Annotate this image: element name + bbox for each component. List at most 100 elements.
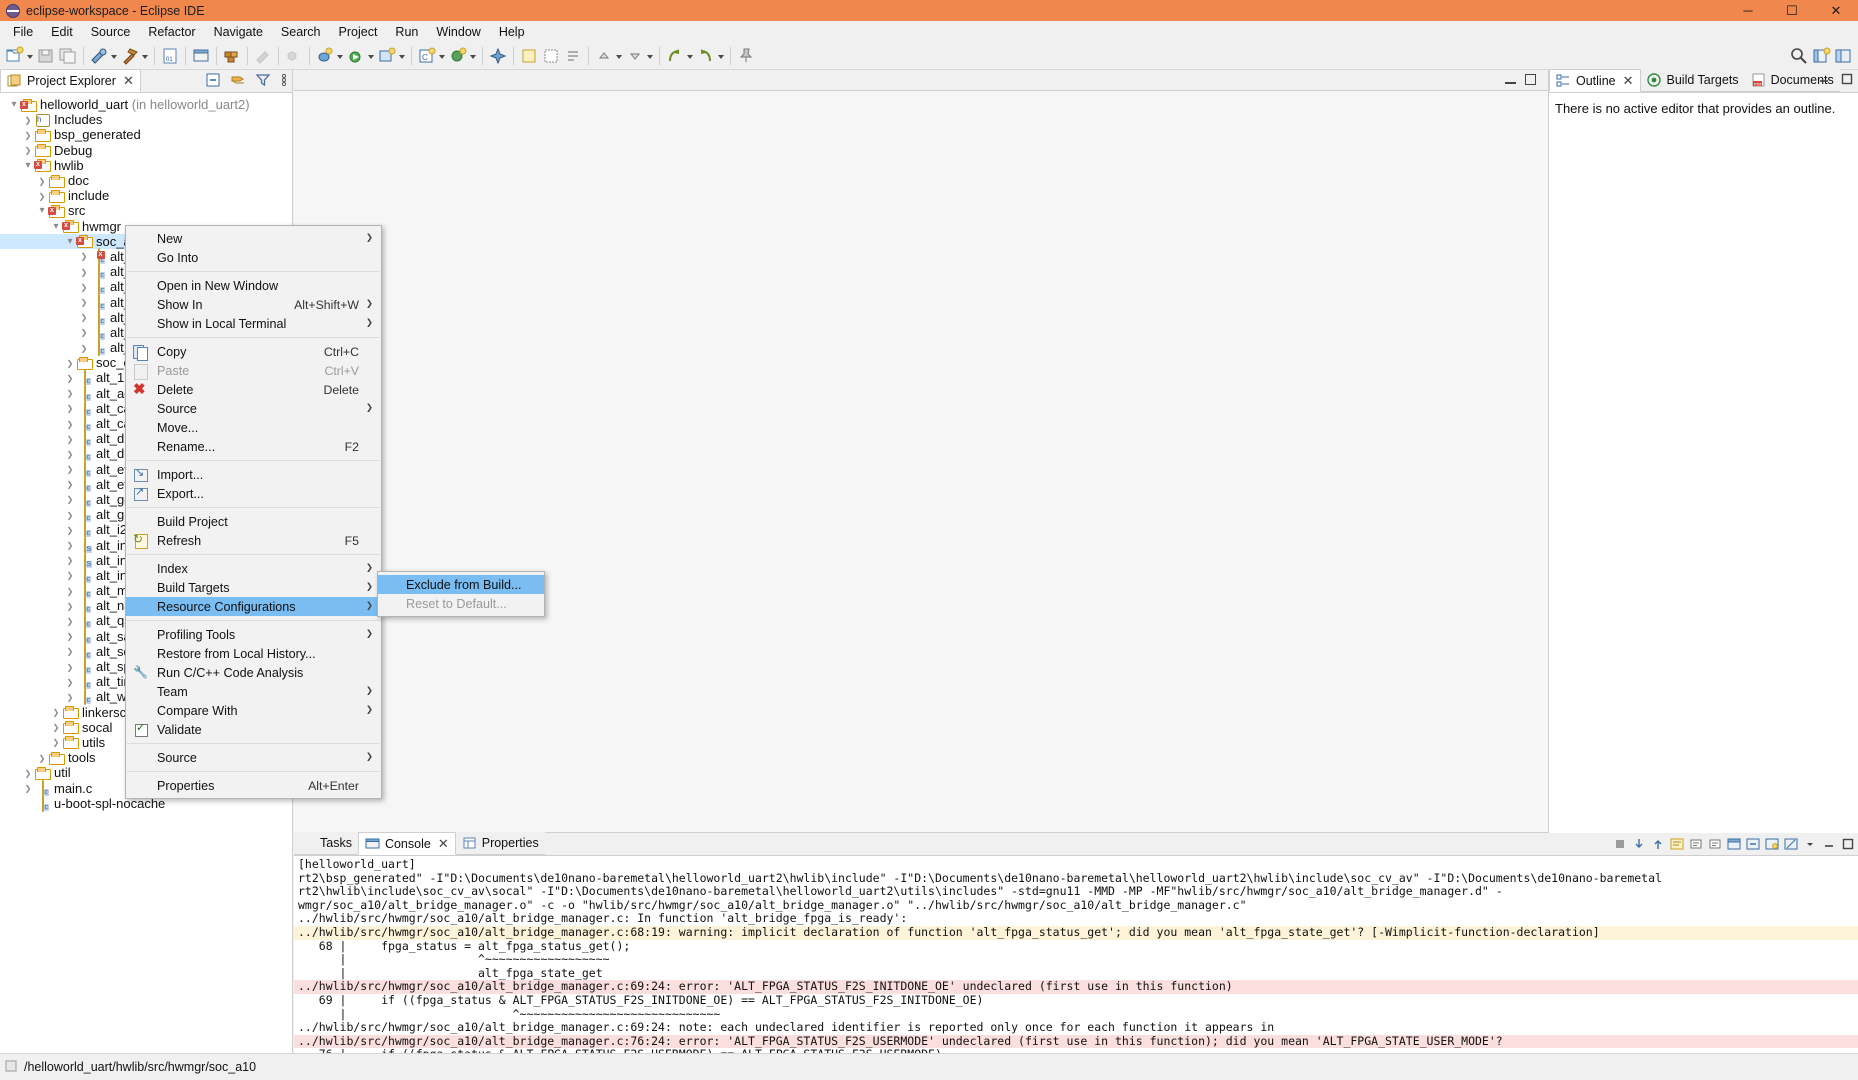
- tree-expand-arrow[interactable]: [64, 616, 76, 626]
- minimize-window-button[interactable]: ─: [1726, 0, 1770, 21]
- menu-item-team[interactable]: Team: [126, 682, 381, 701]
- menu-item-run-c-c-code-analysis[interactable]: Run C/C++ Code Analysis: [126, 663, 381, 682]
- close-window-button[interactable]: ✕: [1814, 0, 1858, 21]
- menu-item-open-in-new-window[interactable]: Open in New Window: [126, 276, 381, 295]
- menu-source[interactable]: Source: [82, 23, 140, 41]
- tree-item-debug[interactable]: Debug: [0, 143, 292, 158]
- tree-expand-arrow[interactable]: [22, 768, 34, 778]
- tree-expand-arrow[interactable]: [78, 282, 90, 292]
- menu-item-properties[interactable]: PropertiesAlt+Enter: [126, 776, 381, 795]
- menu-item-rename[interactable]: Rename...F2: [126, 437, 381, 456]
- maximize-window-button[interactable]: ☐: [1770, 0, 1814, 21]
- view-filter-icon[interactable]: [255, 72, 271, 91]
- tree-expand-arrow[interactable]: [64, 662, 76, 672]
- menu-item-export[interactable]: Export...: [126, 484, 381, 503]
- search-icon[interactable]: [1789, 46, 1809, 66]
- new-class-arrow[interactable]: [469, 46, 478, 66]
- tree-expand-arrow[interactable]: [50, 221, 62, 232]
- tree-expand-arrow[interactable]: [78, 327, 90, 337]
- tab-project-explorer[interactable]: Project Explorer ✕: [0, 69, 141, 92]
- previous-annotation-icon[interactable]: [594, 46, 614, 66]
- show-console-on-output-icon[interactable]: [1725, 834, 1742, 853]
- tree-expand-arrow[interactable]: [64, 449, 76, 459]
- save-icon[interactable]: [36, 46, 56, 66]
- context-menu[interactable]: NewGo IntoOpen in New WindowShow InAlt+S…: [125, 225, 382, 799]
- view-menu-icon[interactable]: [280, 72, 288, 91]
- tree-expand-arrow[interactable]: [22, 130, 34, 140]
- tree-item-bsp-generated[interactable]: bsp_generated: [0, 127, 292, 142]
- remove-launch-icon[interactable]: [1630, 834, 1647, 853]
- tree-expand-arrow[interactable]: [22, 145, 34, 155]
- menu-run[interactable]: Run: [386, 23, 427, 41]
- tree-expand-arrow[interactable]: [64, 631, 76, 641]
- menu-window[interactable]: Window: [427, 23, 489, 41]
- tree-expand-arrow[interactable]: [22, 783, 34, 793]
- scroll-lock-icon[interactable]: [1687, 834, 1704, 853]
- menu-item-show-in-local-terminal[interactable]: Show in Local Terminal: [126, 314, 381, 333]
- remove-all-terminated-icon[interactable]: [1649, 834, 1666, 853]
- tree-item-doc[interactable]: doc: [0, 173, 292, 188]
- tree-expand-arrow[interactable]: [22, 160, 34, 171]
- display-selected-console-icon[interactable]: [1763, 834, 1780, 853]
- tree-item-helloworld-uart[interactable]: xhelloworld_uart (in helloworld_uart2): [0, 97, 292, 112]
- tab-build-targets[interactable]: Build Targets: [1641, 69, 1745, 92]
- menu-item-move[interactable]: Move...: [126, 418, 381, 437]
- new-c-project-arrow[interactable]: [438, 46, 447, 66]
- tree-expand-arrow[interactable]: [8, 99, 20, 110]
- tree-expand-arrow[interactable]: [64, 692, 76, 702]
- back-dropdown-arrow[interactable]: [686, 46, 695, 66]
- show-whitespace-icon[interactable]: [563, 46, 583, 66]
- menu-item-import[interactable]: Import...: [126, 465, 381, 484]
- tree-expand-arrow[interactable]: [64, 586, 76, 596]
- tree-expand-arrow[interactable]: [36, 176, 48, 186]
- menu-item-resource-configurations[interactable]: Resource Configurations: [126, 597, 381, 616]
- open-console-dropdown-arrow[interactable]: [1801, 834, 1818, 853]
- binary-file-icon[interactable]: 01: [160, 46, 180, 66]
- clear-console-icon[interactable]: [1668, 834, 1685, 853]
- run-dropdown-arrow[interactable]: [367, 46, 376, 66]
- word-wrap-icon[interactable]: [1706, 834, 1723, 853]
- tree-expand-arrow[interactable]: [64, 601, 76, 611]
- menu-item-copy[interactable]: CopyCtrl+C: [126, 342, 381, 361]
- open-perspective-icon[interactable]: [1811, 46, 1831, 66]
- new-dropdown-arrow[interactable]: [26, 46, 35, 66]
- tree-expand-arrow[interactable]: [64, 358, 76, 368]
- tab-tasks[interactable]: Tasks: [294, 832, 358, 855]
- tree-expand-arrow[interactable]: [64, 555, 76, 565]
- tree-expand-arrow[interactable]: [78, 312, 90, 322]
- toggle-block-selection-icon[interactable]: [541, 46, 561, 66]
- tab-outline[interactable]: Outline ✕: [1549, 69, 1641, 92]
- menu-refactor[interactable]: Refactor: [139, 23, 204, 41]
- forward-icon[interactable]: [696, 46, 716, 66]
- next-annotation-arrow[interactable]: [646, 46, 655, 66]
- snippet-icon[interactable]: [488, 46, 508, 66]
- collapse-all-icon[interactable]: [205, 72, 221, 91]
- terminate-icon[interactable]: [1611, 834, 1628, 853]
- tree-expand-arrow[interactable]: [64, 403, 76, 413]
- menu-file[interactable]: File: [4, 23, 42, 41]
- menu-item-show-in[interactable]: Show InAlt+Shift+W: [126, 295, 381, 314]
- tree-expand-arrow[interactable]: [64, 570, 76, 580]
- perspective-cdt-icon[interactable]: [1833, 46, 1853, 66]
- submenu-item-exclude-from-build[interactable]: Exclude from Build...: [378, 575, 544, 594]
- close-outline-icon[interactable]: ✕: [1623, 73, 1634, 89]
- tree-expand-arrow[interactable]: [78, 251, 90, 261]
- package-icon[interactable]: [222, 46, 242, 66]
- close-project-explorer-icon[interactable]: ✕: [123, 73, 134, 89]
- tree-expand-arrow[interactable]: [78, 343, 90, 353]
- console-output[interactable]: [helloworld_uart]rt2\bsp_generated" -I"D…: [294, 856, 1858, 1053]
- build-all-icon[interactable]: [89, 46, 109, 66]
- tree-expand-arrow[interactable]: [64, 479, 76, 489]
- build-dropdown-arrow[interactable]: [110, 46, 119, 66]
- tree-item-src[interactable]: xsrc: [0, 203, 292, 218]
- menu-item-source[interactable]: Source: [126, 399, 381, 418]
- external-tools-icon[interactable]: [377, 46, 397, 66]
- menu-navigate[interactable]: Navigate: [205, 23, 272, 41]
- tree-expand-arrow[interactable]: [64, 388, 76, 398]
- console-minimize-icon[interactable]: [1820, 834, 1837, 853]
- close-console-icon[interactable]: ✕: [438, 836, 449, 852]
- link-with-editor-icon[interactable]: [230, 72, 246, 91]
- editor-maximize-icon[interactable]: [1525, 74, 1536, 85]
- debug-dropdown-arrow[interactable]: [336, 46, 345, 66]
- tab-console[interactable]: Console ✕: [358, 832, 456, 855]
